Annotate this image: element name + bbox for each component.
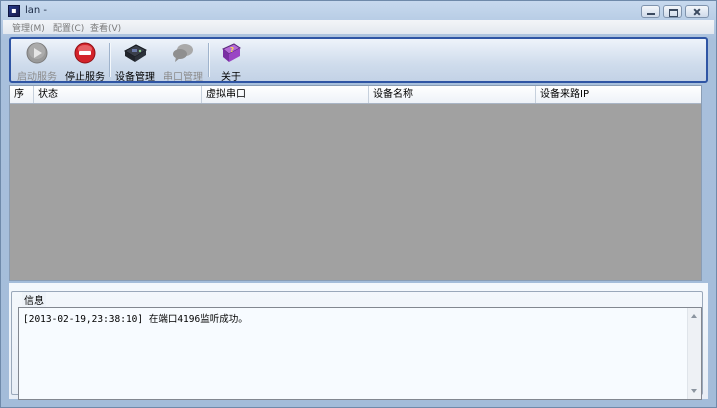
svg-text:?: ? [230, 46, 234, 54]
toolbar-separator [208, 43, 210, 77]
app-window: ▪ lan - 管理(M) 配置(C) 查看(V) 启动服务 停止服务 设备管理… [0, 0, 717, 408]
menu-config[interactable]: 配置(C) [53, 21, 84, 34]
log-scrollbar[interactable] [687, 308, 701, 399]
column-header-device-name[interactable]: 设备名称 [369, 86, 536, 103]
menu-manage[interactable]: 管理(M) [12, 21, 45, 34]
column-header-index[interactable]: 序 [10, 86, 34, 103]
menu-view[interactable]: 查看(V) [90, 21, 121, 34]
column-header-virtual-port[interactable]: 虚拟串口 [202, 86, 369, 103]
column-header-status[interactable]: 状态 [34, 86, 202, 103]
device-icon [123, 44, 147, 62]
close-icon [686, 6, 708, 17]
port-manage-button[interactable]: 串口管理 [160, 39, 206, 83]
log-line: [2013-02-19,23:38:10] 在端口4196监听成功。 [23, 314, 248, 325]
device-manage-button[interactable]: 设备管理 [112, 39, 158, 83]
toolbar-separator [109, 43, 111, 77]
scroll-down-icon[interactable] [691, 389, 697, 393]
start-service-button[interactable]: 启动服务 [14, 39, 60, 83]
stop-icon [74, 42, 96, 64]
minimize-icon [642, 6, 659, 17]
book-help-icon: ? [222, 43, 241, 62]
start-service-label: 启动服务 [17, 72, 57, 83]
window-title: lan - [25, 5, 48, 16]
stop-service-label: 停止服务 [65, 72, 105, 83]
device-manage-label: 设备管理 [115, 72, 155, 83]
info-panel: 信息 [2013-02-19,23:38:10] 在端口4196监听成功。 [9, 283, 708, 400]
menu-bar: 管理(M) 配置(C) 查看(V) [3, 20, 714, 34]
chat-bubble-icon [173, 44, 193, 62]
maximize-button[interactable] [663, 5, 682, 18]
about-label: 关于 [221, 72, 241, 83]
stop-service-button[interactable]: 停止服务 [62, 39, 108, 83]
device-table[interactable]: 序 状态 虚拟串口 设备名称 设备来路IP [9, 85, 702, 281]
title-bar[interactable]: ▪ lan - [1, 1, 716, 21]
log-textarea[interactable]: [2013-02-19,23:38:10] 在端口4196监听成功。 [18, 307, 702, 400]
column-header-source-ip[interactable]: 设备来路IP [536, 86, 701, 103]
about-button[interactable]: ? 关于 [211, 39, 251, 83]
close-button[interactable] [685, 5, 709, 18]
info-groupbox: 信息 [2013-02-19,23:38:10] 在端口4196监听成功。 [11, 291, 703, 400]
info-legend: 信息 [22, 292, 46, 307]
minimize-button[interactable] [641, 5, 660, 18]
toolbar: 启动服务 停止服务 设备管理 串口管理 ? 关于 [9, 37, 708, 83]
maximize-icon [664, 6, 681, 17]
app-icon: ▪ [8, 5, 20, 17]
play-icon [26, 42, 48, 64]
table-header: 序 状态 虚拟串口 设备名称 设备来路IP [10, 86, 701, 104]
scroll-up-icon[interactable] [691, 314, 697, 318]
port-manage-label: 串口管理 [163, 72, 203, 83]
